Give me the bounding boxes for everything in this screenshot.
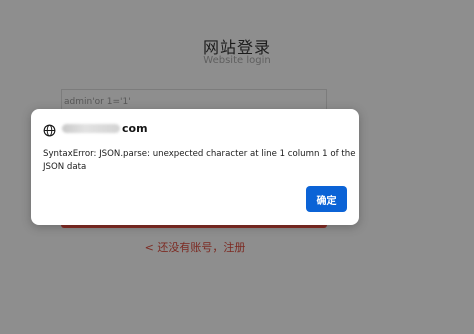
redacted-domain — [62, 123, 120, 133]
register-link[interactable]: < 还没有账号，注册 — [145, 241, 246, 254]
dialog-message: SyntaxError: JSON.parse: unexpected char… — [43, 149, 356, 172]
dialog-origin: com — [122, 121, 148, 135]
dialog-header: com — [43, 120, 148, 136]
ok-button[interactable]: 确定 — [306, 186, 347, 212]
alert-dialog: com SyntaxError: JSON.parse: unexpected … — [31, 109, 359, 225]
register-link-container: < 还没有账号，注册 — [0, 239, 390, 255]
globe-icon — [43, 122, 56, 136]
page-subtitle: Website login — [203, 55, 271, 66]
